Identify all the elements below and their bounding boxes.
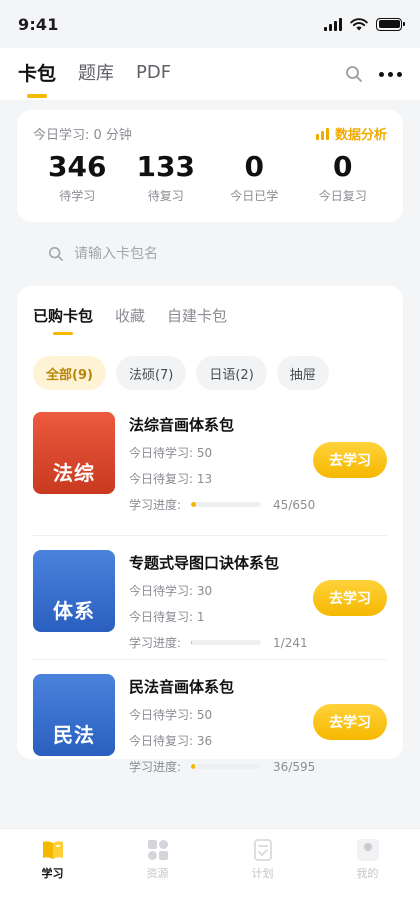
stat-reviewed-today: 0 今日复习 xyxy=(299,149,388,204)
tab-favorites[interactable]: 收藏 xyxy=(115,305,145,326)
pack-title: 民法音画体系包 xyxy=(129,678,235,696)
chip-law-master[interactable]: 法硕(7) xyxy=(115,356,187,390)
progress-label: 学习进度: xyxy=(129,760,182,774)
search-input[interactable] xyxy=(74,246,314,262)
study-button[interactable]: 去学习 xyxy=(313,442,387,478)
plan-icon xyxy=(253,839,272,861)
status-icons xyxy=(324,17,405,31)
tab-question-bank[interactable]: 题库 xyxy=(78,59,114,89)
pack-title: 专题式导图口诀体系包 xyxy=(129,554,280,572)
stat-value: 0 xyxy=(333,150,353,183)
battery-icon xyxy=(376,17,405,31)
pack-cover-text: 体系 xyxy=(53,599,95,623)
packs-card: 已购卡包 收藏 自建卡包 全部(9) 法硕(7) 日语(2) 抽屉 法综 法综音… xyxy=(17,286,403,774)
tab-custom-packs[interactable]: 自建卡包 xyxy=(167,305,227,326)
search-icon xyxy=(48,246,64,262)
bar-chart-icon xyxy=(315,127,329,140)
tab-purchased-packs[interactable]: 已购卡包 xyxy=(33,305,93,326)
progress-fill xyxy=(191,764,196,769)
progress-text: 1/241 xyxy=(273,635,308,650)
list-item[interactable]: 体系 专题式导图口诀体系包 今日待学习: 30 今日待复习: 1 学习进度: 1… xyxy=(33,536,387,660)
study-button[interactable]: 去学习 xyxy=(313,704,387,740)
nav-item-study[interactable]: 学习 xyxy=(0,829,105,909)
stats-card: 今日学习: 0 分钟 数据分析 346 待学习 133 待复习 0 今日已学 0… xyxy=(17,110,403,222)
stat-value: 346 xyxy=(48,150,107,183)
data-analysis-link[interactable]: 数据分析 xyxy=(315,124,387,143)
progress-label: 学习进度: xyxy=(129,636,182,650)
study-button[interactable]: 去学习 xyxy=(313,580,387,616)
chip-all[interactable]: 全部(9) xyxy=(33,356,106,390)
top-tabs: 卡包 题库 PDF xyxy=(18,59,345,90)
signal-icon xyxy=(324,17,342,31)
pack-cover-text: 法综 xyxy=(53,461,95,485)
search-bar xyxy=(48,242,314,266)
pack-cover-text: 民法 xyxy=(53,723,95,747)
wifi-icon xyxy=(350,17,368,30)
tab-pdf[interactable]: PDF xyxy=(136,62,171,87)
progress-label: 学习进度: xyxy=(129,498,182,512)
progress-text: 45/650 xyxy=(273,497,316,512)
grid-icon xyxy=(147,840,168,860)
stat-value: 0 xyxy=(244,150,264,183)
profile-icon xyxy=(356,839,379,861)
search-icon xyxy=(346,66,362,82)
nav-label: 我的 xyxy=(356,867,379,880)
stat-label: 待学习 xyxy=(59,189,96,203)
nav-item-me[interactable]: 我的 xyxy=(315,829,420,909)
progress-fill xyxy=(191,502,196,507)
nav-item-plan[interactable]: 计划 xyxy=(210,829,315,909)
progress-bar xyxy=(191,502,262,507)
list-item[interactable]: 民法 民法音画体系包 今日待学习: 50 今日待复习: 36 学习进度: 36/… xyxy=(33,660,387,784)
status-bar: 9:41 xyxy=(0,0,420,48)
today-study-time: 今日学习: 0 分钟 xyxy=(33,128,132,143)
pack-cover: 民法 xyxy=(33,674,115,756)
progress-bar xyxy=(191,764,262,769)
pack-cover: 法综 xyxy=(33,412,115,494)
stat-label: 待复习 xyxy=(147,189,184,203)
stat-to-review: 133 待复习 xyxy=(122,149,211,204)
stat-to-learn: 346 待学习 xyxy=(33,149,122,204)
chip-drawer[interactable]: 抽屉 xyxy=(276,356,329,390)
stat-learned-today: 0 今日已学 xyxy=(210,149,299,204)
pack-tabs: 已购卡包 收藏 自建卡包 xyxy=(33,300,387,330)
pack-title: 法综音画体系包 xyxy=(129,416,235,434)
pack-cover: 体系 xyxy=(33,550,115,632)
progress-bar xyxy=(191,640,262,645)
chip-japanese[interactable]: 日语(2) xyxy=(196,356,267,390)
nav-item-resources[interactable]: 资源 xyxy=(105,829,210,909)
nav-label: 资源 xyxy=(146,867,169,880)
list-item[interactable]: 法综 法综音画体系包 今日待学习: 50 今日待复习: 13 学习进度: 45/… xyxy=(33,412,387,536)
progress-text: 36/595 xyxy=(273,759,316,774)
stat-value: 133 xyxy=(136,150,195,183)
nav-label: 计划 xyxy=(251,867,274,880)
book-icon xyxy=(42,841,63,859)
more-button[interactable] xyxy=(379,71,402,77)
bottom-nav: 学习 资源 计划 我的 xyxy=(0,828,420,909)
more-icon xyxy=(379,71,402,77)
tab-cards[interactable]: 卡包 xyxy=(18,59,56,90)
filter-chips: 全部(9) 法硕(7) 日语(2) 抽屉 xyxy=(33,356,387,390)
search-button[interactable] xyxy=(345,65,363,83)
stat-label: 今日复习 xyxy=(318,189,367,203)
top-header: 卡包 题库 PDF xyxy=(0,48,420,100)
data-analysis-label: 数据分析 xyxy=(334,128,387,143)
stat-label: 今日已学 xyxy=(230,189,279,203)
pack-list: 法综 法综音画体系包 今日待学习: 50 今日待复习: 13 学习进度: 45/… xyxy=(33,412,387,784)
header-actions xyxy=(345,65,402,83)
status-time: 9:41 xyxy=(18,14,59,34)
nav-label: 学习 xyxy=(41,867,64,880)
